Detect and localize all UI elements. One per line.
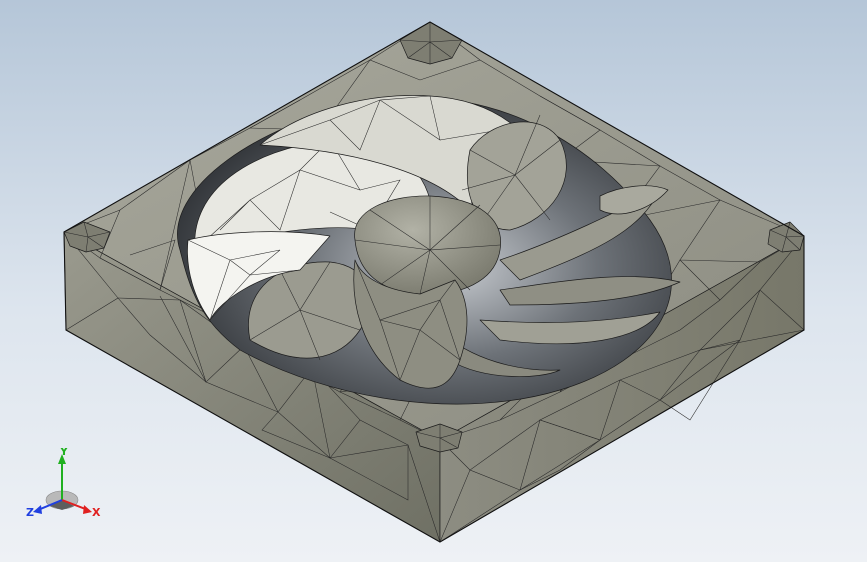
fan-model[interactable] [0,0,867,562]
x-axis-arrow [83,505,92,514]
orientation-triad[interactable]: Y X Z [26,448,104,526]
x-axis-label: X [92,506,101,519]
graphics-viewport[interactable]: Y X Z [0,0,867,562]
z-axis-arrow [33,505,42,514]
z-axis-label: Z [26,506,34,519]
y-axis-label: Y [59,448,69,458]
